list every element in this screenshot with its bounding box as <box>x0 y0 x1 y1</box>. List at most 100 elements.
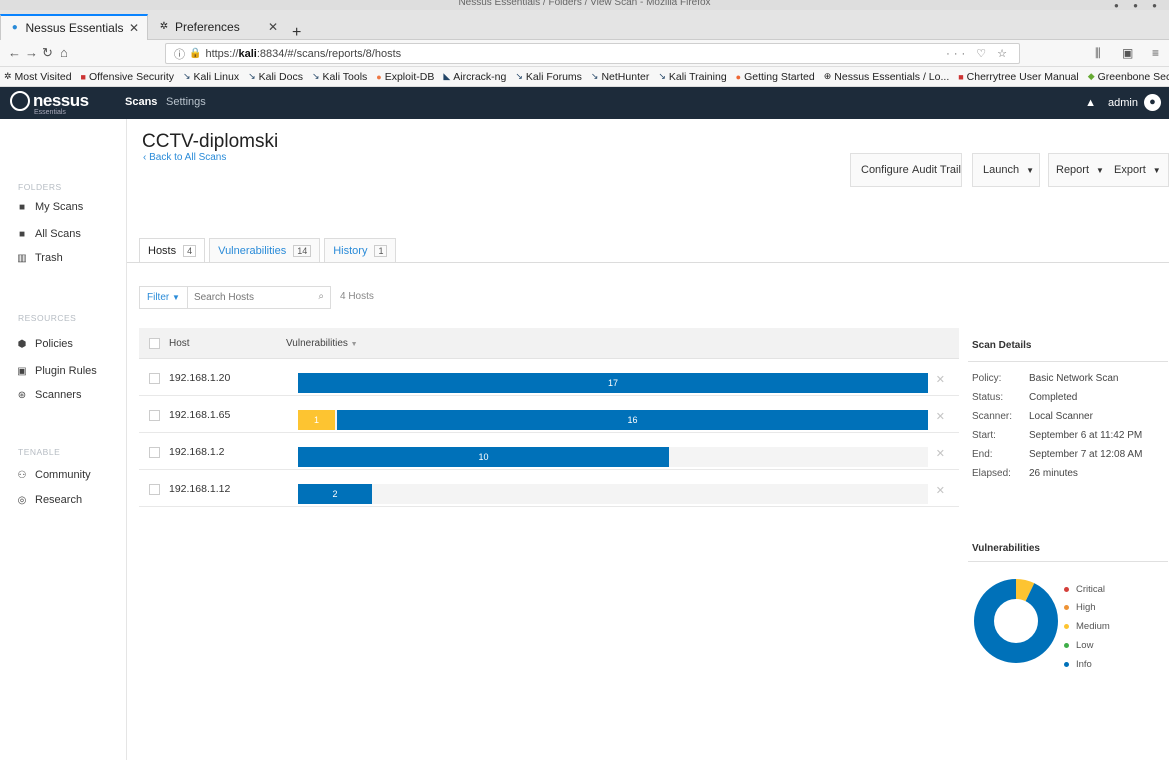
tab-nessus[interactable]: ● Nessus Essentials / Fold ✕ <box>0 14 148 40</box>
col-vulnerabilities[interactable]: Vulnerabilities ▼ <box>286 338 358 349</box>
select-all-checkbox[interactable] <box>149 338 160 349</box>
bookmark-cherrytree[interactable]: ■ Cherrytree User Manual <box>958 71 1078 83</box>
page-actions-icon[interactable]: ··· ♡ ☆ <box>946 47 1011 60</box>
col-host[interactable]: Host <box>169 338 190 349</box>
host-ip[interactable]: 192.168.1.20 <box>169 372 230 384</box>
info-segment[interactable]: 16 <box>337 410 928 430</box>
scanner-value: Local Scanner <box>1029 411 1093 422</box>
row-checkbox[interactable] <box>149 484 160 495</box>
sidebar-item-scanners[interactable]: ⊛ Scanners <box>16 389 82 401</box>
tab-preferences[interactable]: ✲ Preferences ✕ <box>150 14 288 40</box>
policy-label: Policy: <box>972 373 1002 384</box>
bookmark-nethunter[interactable]: ↘ NetHunter <box>591 71 649 83</box>
notification-bell-icon[interactable]: ▲ <box>1085 97 1096 109</box>
host-ip[interactable]: 192.168.1.2 <box>169 446 224 458</box>
vulnerability-bar[interactable]: 1 16 <box>298 410 928 430</box>
vulnerabilities-donut-chart[interactable] <box>973 578 1059 664</box>
user-avatar-icon[interactable]: ● <box>1144 94 1161 111</box>
window-controls[interactable]: ● ● ● <box>1114 1 1163 10</box>
library-icon[interactable]: ⫼ <box>1095 46 1101 61</box>
remove-host-icon[interactable]: ✕ <box>936 447 945 460</box>
launch-button[interactable]: Launch ▼ <box>975 157 1042 183</box>
search-hosts-input[interactable] <box>193 292 314 303</box>
nav-settings[interactable]: Settings <box>166 96 206 108</box>
bookmark-aircrack[interactable]: ◣ Aircrack-ng <box>443 71 506 83</box>
bookmark-greenbone[interactable]: ◆Greenbone Security As... <box>1088 71 1169 83</box>
back-arrow-icon[interactable]: ← <box>8 45 21 60</box>
legend-label: Medium <box>1076 621 1110 632</box>
bookmark-most-visited[interactable]: ✲ Most Visited <box>4 71 72 83</box>
vulnerability-bar[interactable]: 17 <box>298 373 928 393</box>
end-value: September 7 at 12:08 AM <box>1029 449 1143 460</box>
gear-icon: ✲ <box>4 71 12 81</box>
close-tab-icon[interactable]: ✕ <box>129 21 139 35</box>
caret-down-icon: ▼ <box>1152 165 1161 175</box>
report-button[interactable]: Report ▼ <box>1048 157 1112 183</box>
row-checkbox[interactable] <box>149 373 160 384</box>
bookmark-kali-docs[interactable]: ↘ Kali Docs <box>248 71 303 83</box>
menu-icon[interactable]: ≡ <box>1152 46 1159 60</box>
info-segment[interactable]: 10 <box>298 447 669 467</box>
nav-scans[interactable]: Scans <box>125 96 157 108</box>
forward-arrow-icon[interactable]: → <box>25 45 38 60</box>
info-icon[interactable]: ⓘ <box>174 46 185 62</box>
kali-icon: ↘ <box>248 71 256 81</box>
bookmark-kali-forums[interactable]: ↘ Kali Forums <box>515 71 582 83</box>
bookmark-exploit-db[interactable]: ● Exploit-DB <box>376 71 434 83</box>
bookmark-kali-training[interactable]: ↘ Kali Training <box>658 71 726 83</box>
row-checkbox[interactable] <box>149 447 160 458</box>
vulnerability-bar[interactable]: 2 <box>298 484 928 504</box>
kali-icon: ↘ <box>658 71 666 81</box>
legend-label: High <box>1076 602 1096 613</box>
home-icon[interactable]: ⌂ <box>60 45 68 60</box>
bookmark-getting-started[interactable]: ● Getting Started <box>736 71 815 83</box>
audit-trail-button[interactable]: Audit Trail <box>904 157 969 183</box>
url-bar[interactable]: ⓘ 🔒 https://kali:8834/#/scans/reports/8/… <box>165 43 1020 64</box>
kali-icon: ↘ <box>311 71 320 81</box>
row-checkbox[interactable] <box>149 410 160 421</box>
tab-vulnerabilities[interactable]: Vulnerabilities 14 <box>209 238 321 263</box>
table-row[interactable]: 192.168.1.2 10 ✕ <box>139 434 959 470</box>
close-tab-icon[interactable]: ✕ <box>268 20 278 34</box>
bookmark-kali-tools[interactable]: ↘ Kali Tools <box>312 71 367 83</box>
tab-history[interactable]: History 1 <box>324 238 397 263</box>
host-ip[interactable]: 192.168.1.12 <box>169 483 230 495</box>
bookmark-nessus[interactable]: ⊕ Nessus Essentials / Lo... <box>824 71 950 83</box>
sidebar-item-my-scans[interactable]: ■ My Scans <box>16 201 83 213</box>
back-to-scans-link[interactable]: ‹ Back to All Scans <box>143 152 226 163</box>
info-segment[interactable]: 17 <box>298 373 928 393</box>
table-row[interactable]: 192.168.1.65 1 16 ✕ <box>139 397 959 433</box>
filter-dropdown[interactable]: Filter ▼ <box>140 287 188 308</box>
table-row[interactable]: 192.168.1.20 17 ✕ <box>139 360 959 396</box>
sidebar-toggle-icon[interactable]: ▣ <box>1122 46 1133 60</box>
elapsed-value: 26 minutes <box>1029 468 1078 479</box>
sidebar-item-trash[interactable]: ▥ Trash <box>16 252 62 264</box>
tab-count: 4 <box>183 244 197 257</box>
legend-dot <box>1064 605 1069 610</box>
tab-count: 14 <box>293 244 312 257</box>
user-name[interactable]: admin <box>1108 97 1138 109</box>
legend-dot <box>1064 587 1069 592</box>
reload-icon[interactable]: ↻ <box>42 45 53 61</box>
sidebar-item-policies[interactable]: ⬢ Policies <box>16 338 73 350</box>
export-button[interactable]: Export ▼ <box>1106 157 1169 183</box>
vulnerability-bar[interactable]: 10 <box>298 447 928 467</box>
host-ip[interactable]: 192.168.1.65 <box>169 409 230 421</box>
sidebar-item-community[interactable]: ⚇ Community <box>16 469 91 481</box>
search-icon[interactable]: ⌕ <box>318 291 324 302</box>
scanner-label: Scanner: <box>972 411 1013 422</box>
sidebar-item-research[interactable]: ◎ Research <box>16 494 82 506</box>
sidebar-item-all-scans[interactable]: ■ All Scans <box>16 228 81 240</box>
remove-host-icon[interactable]: ✕ <box>936 484 945 497</box>
medium-segment[interactable]: 1 <box>298 410 335 430</box>
remove-host-icon[interactable]: ✕ <box>936 373 945 386</box>
remove-host-icon[interactable]: ✕ <box>936 410 945 423</box>
nessus-logo[interactable]: nessus Essentials <box>10 91 89 116</box>
table-row[interactable]: 192.168.1.12 2 ✕ <box>139 471 959 507</box>
info-segment[interactable]: 2 <box>298 484 372 504</box>
tab-hosts[interactable]: Hosts 4 <box>139 238 206 263</box>
bookmark-offensive-security[interactable]: ■ Offensive Security <box>81 71 174 83</box>
sidebar-item-plugin-rules[interactable]: ▣ Plugin Rules <box>16 365 97 377</box>
bookmark-kali-linux[interactable]: ↘ Kali Linux <box>183 71 239 83</box>
kali-icon: ↘ <box>515 71 523 81</box>
